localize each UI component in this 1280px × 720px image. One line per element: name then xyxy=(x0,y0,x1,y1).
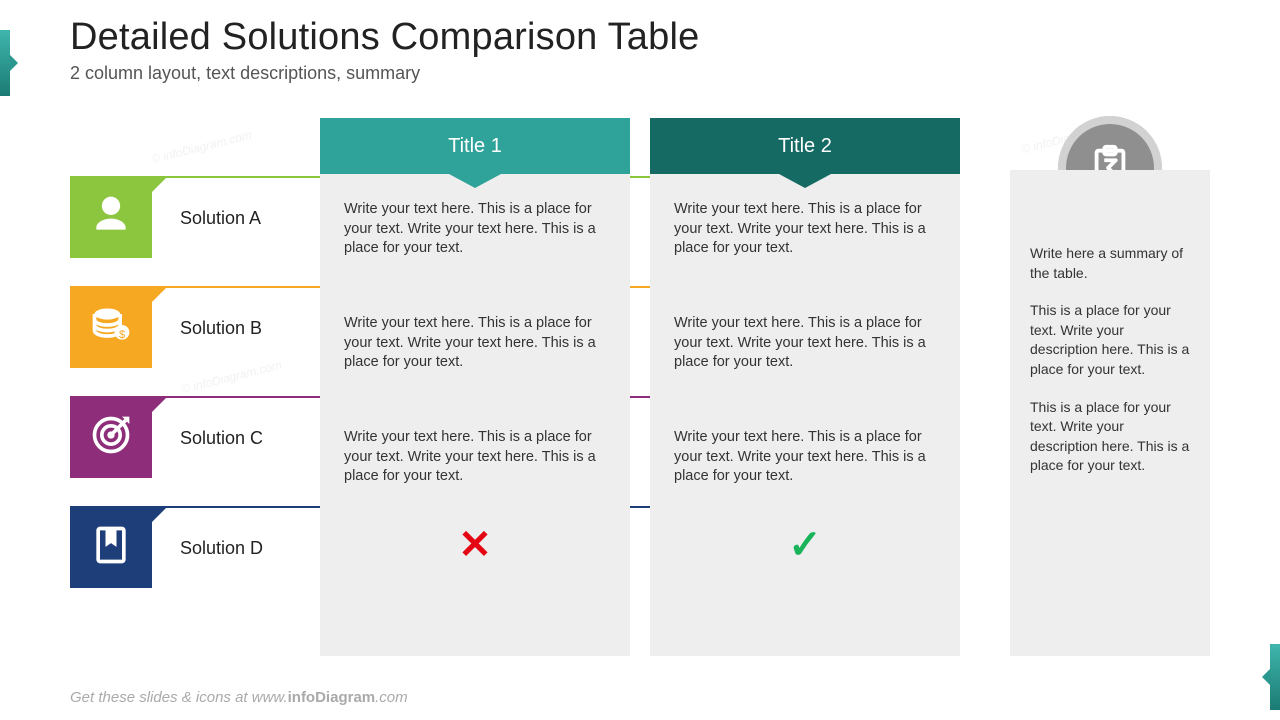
icon-tab xyxy=(152,286,168,302)
column-cell: Write your text here. This is a place fo… xyxy=(650,402,960,516)
solution-label: Solution A xyxy=(180,208,261,229)
accent-left xyxy=(0,30,10,96)
comparison-column-1: Title 1 .col1 .col-head::after{border-to… xyxy=(320,118,630,656)
solution-icon-box xyxy=(70,176,152,258)
icon-tab xyxy=(152,396,168,412)
column-header: Title 1 xyxy=(320,118,630,174)
footer-text: .com xyxy=(375,689,408,706)
column-cell: Write your text here. This is a place fo… xyxy=(320,288,630,402)
column-title: Title 1 xyxy=(448,135,502,158)
title-block: Detailed Solutions Comparison Table 2 co… xyxy=(70,16,699,84)
footer-brand: infoDiagram xyxy=(288,689,376,706)
column-title: Title 2 xyxy=(778,135,832,158)
svg-text:$: $ xyxy=(119,328,125,340)
page-title: Detailed Solutions Comparison Table xyxy=(70,16,699,59)
solution-label: Solution B xyxy=(180,318,262,339)
column-cell: Write your text here. This is a place fo… xyxy=(320,174,630,288)
comparison-column-2: Title 2 .col2 .col-head::after{border-to… xyxy=(650,118,960,656)
icon-tab xyxy=(152,176,168,192)
summary-text: This is a place for your text. Write you… xyxy=(1030,301,1190,379)
icon-tab xyxy=(152,506,168,522)
check-icon: ✓ xyxy=(650,516,960,568)
footer-credit: Get these slides & icons at www.infoDiag… xyxy=(70,689,408,706)
column-cell: Write your text here. This is a place fo… xyxy=(650,288,960,402)
watermark: © infoDiagram.com xyxy=(150,128,253,166)
solution-icon-box xyxy=(70,506,152,588)
coins-icon: $ xyxy=(89,303,133,352)
bookmark-icon xyxy=(89,523,133,572)
solution-label: Solution C xyxy=(180,428,263,449)
page-subtitle: 2 column layout, text descriptions, summ… xyxy=(70,63,699,84)
solution-icon-box: $ xyxy=(70,286,152,368)
summary-text: This is a place for your text. Write you… xyxy=(1030,398,1190,476)
column-header: Title 2 xyxy=(650,118,960,174)
footer-text: Get these slides & icons at www. xyxy=(70,689,288,706)
person-icon xyxy=(89,193,133,242)
accent-right xyxy=(1270,644,1280,710)
summary-text: Write here a summary of the table. xyxy=(1030,244,1190,283)
solution-icon-box xyxy=(70,396,152,478)
column-cell: Write your text here. This is a place fo… xyxy=(320,402,630,516)
column-cell: Write your text here. This is a place fo… xyxy=(650,174,960,288)
solution-label: Solution D xyxy=(180,538,263,559)
target-icon xyxy=(89,413,133,462)
cross-icon: ✕ xyxy=(320,516,630,568)
summary-panel: Write here a summary of the table. This … xyxy=(1010,170,1210,656)
